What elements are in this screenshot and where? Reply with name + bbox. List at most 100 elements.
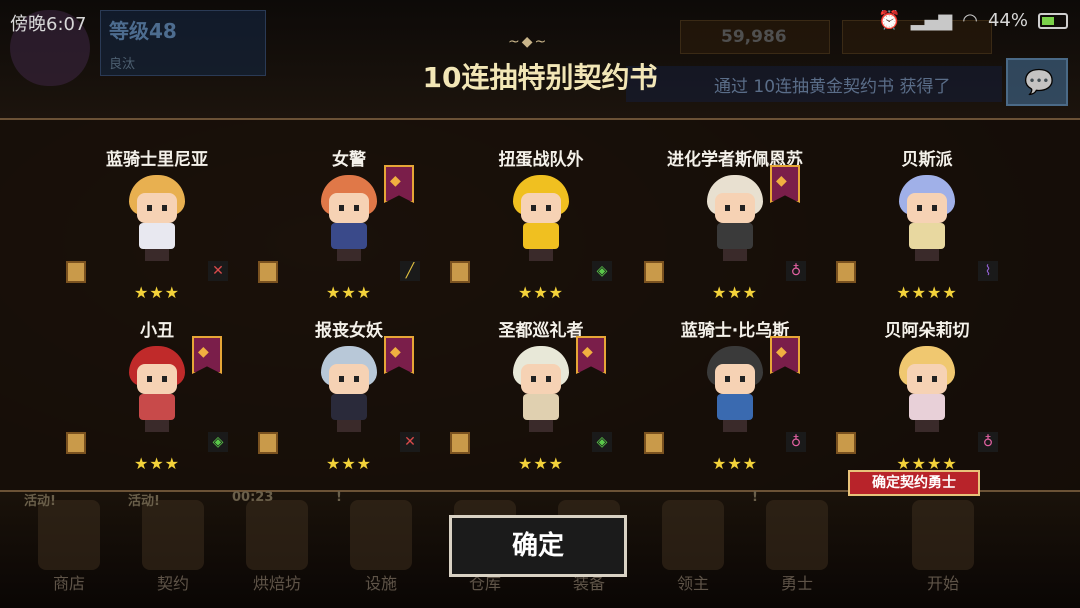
hero-face	[137, 193, 177, 223]
nav-label: 烘焙坊	[252, 574, 301, 593]
hero-sprite	[501, 346, 581, 432]
hero-name: 报丧女妖	[315, 321, 383, 341]
hero-name: 贝斯派	[901, 150, 953, 170]
hero-name: 女警	[332, 150, 366, 170]
element-icon: ✕	[400, 432, 420, 452]
nav-item[interactable]: 00:23 烘焙坊	[232, 490, 322, 600]
hero-eye	[725, 205, 730, 211]
hero-card[interactable]: 蓝骑士·比乌斯 ♁ ★★★ ◆	[640, 316, 830, 486]
hero-sprite	[501, 175, 581, 261]
element-icon: ◈	[592, 432, 612, 452]
hero-face	[521, 364, 561, 394]
hero-eye	[531, 205, 536, 211]
star-rating: ★★★	[325, 454, 373, 473]
hero-sprite	[117, 175, 197, 261]
hero-eye	[147, 376, 152, 382]
nav-badge: 活动!	[128, 494, 160, 509]
scroll-icon	[836, 261, 856, 283]
element-icon: ♁	[978, 432, 998, 452]
hero-legs	[723, 420, 747, 432]
banner-emblem-icon: ◆	[390, 173, 401, 189]
nav-icon	[246, 500, 308, 570]
hero-card[interactable]: 报丧女妖 ✕ ★★★ ◆	[254, 316, 444, 486]
scroll-icon	[836, 432, 856, 454]
new-hero-banner-icon: ◆	[770, 165, 800, 203]
confirm-hero-tag: 确定契约勇士	[848, 470, 980, 496]
confirm-button[interactable]: 确定	[449, 515, 627, 577]
scroll-icon	[258, 261, 278, 283]
star-rating: ★★★	[711, 454, 759, 473]
hero-sprite	[309, 175, 389, 261]
element-icon: ♁	[786, 432, 806, 452]
hero-card[interactable]: 进化学者斯佩恩苏 ♁ ★★★ ◆	[640, 145, 830, 315]
nav-item[interactable]: 活动! 契约	[128, 494, 218, 600]
star-rating: ★★★	[133, 283, 181, 302]
hero-sprite	[695, 175, 775, 261]
battery-icon	[1038, 12, 1068, 29]
hero-body	[523, 223, 559, 249]
nav-icon	[38, 500, 100, 570]
element-icon: ◈	[208, 432, 228, 452]
hero-eye	[932, 376, 937, 382]
scroll-icon	[66, 432, 86, 454]
hero-eye	[339, 205, 344, 211]
hero-sprite	[117, 346, 197, 432]
hero-card[interactable]: 贝斯派 ⌇ ★★★★	[832, 145, 1022, 315]
hero-body	[909, 394, 945, 420]
nav-item[interactable]: 开始	[898, 500, 988, 600]
nav-label: 领主	[676, 574, 709, 593]
hero-name: 进化学者斯佩恩苏	[667, 150, 803, 170]
hero-card[interactable]: 贝阿朵莉切 ♁ ★★★★	[832, 316, 1022, 486]
hero-eye	[917, 376, 922, 382]
hero-face	[715, 364, 755, 394]
nav-item[interactable]: 活动! 商店	[24, 494, 114, 600]
hero-name: 蓝骑士·比乌斯	[680, 321, 790, 341]
hero-eye	[740, 205, 745, 211]
hero-sprite	[695, 346, 775, 432]
element-icon: ⌇	[978, 261, 998, 281]
hero-card[interactable]: 扭蛋战队外 ◈ ★★★	[446, 145, 636, 315]
alarm-icon: ⏰	[878, 10, 901, 31]
wifi-icon: ◠	[962, 10, 978, 31]
hero-card[interactable]: 蓝骑士里尼亚 ✕ ★★★	[62, 145, 252, 315]
hero-card[interactable]: 小丑 ◈ ★★★ ◆	[62, 316, 252, 486]
hero-legs	[145, 249, 169, 261]
battery-percent: 44%	[987, 10, 1028, 31]
scroll-icon	[258, 432, 278, 454]
hero-name: 蓝骑士里尼亚	[106, 150, 208, 170]
hero-sprite	[887, 175, 967, 261]
hero-legs	[915, 420, 939, 432]
hero-card[interactable]: 女警 ╱ ★★★ ◆	[254, 145, 444, 315]
hero-eye	[354, 376, 359, 382]
status-icons: ⏰ ▂▄▆ ◠ 44%	[878, 10, 1068, 31]
banner-emblem-icon: ◆	[776, 344, 787, 360]
nav-item[interactable]: 领主	[648, 500, 738, 600]
nav-label: 契约	[156, 574, 189, 593]
status-time: 傍晚6:07	[10, 14, 87, 35]
hero-body	[717, 394, 753, 420]
page-title: 10连抽特别契约书	[422, 61, 658, 94]
hero-card[interactable]: 圣都巡礼者 ◈ ★★★ ◆	[446, 316, 636, 486]
hero-body	[523, 394, 559, 420]
nav-badge: !	[336, 490, 342, 505]
hero-face	[329, 193, 369, 223]
scroll-icon	[644, 432, 664, 454]
new-hero-banner-icon: ◆	[576, 336, 606, 374]
nav-label: 勇士	[780, 574, 813, 593]
nav-badge: !	[752, 490, 758, 505]
element-icon: ◈	[592, 261, 612, 281]
hero-face	[137, 364, 177, 394]
nav-badge: 00:23	[232, 490, 274, 505]
scroll-icon	[644, 261, 664, 283]
hero-body	[331, 394, 367, 420]
hero-eye	[162, 376, 167, 382]
scroll-icon	[450, 261, 470, 283]
hero-name: 贝阿朵莉切	[884, 321, 970, 341]
star-rating: ★★★	[325, 283, 373, 302]
hero-name: 小丑	[140, 321, 174, 341]
hero-body	[139, 394, 175, 420]
hero-eye	[740, 376, 745, 382]
nav-item[interactable]: ! 勇士	[752, 490, 842, 600]
nav-item[interactable]: ! 设施	[336, 490, 426, 600]
hero-legs	[337, 420, 361, 432]
